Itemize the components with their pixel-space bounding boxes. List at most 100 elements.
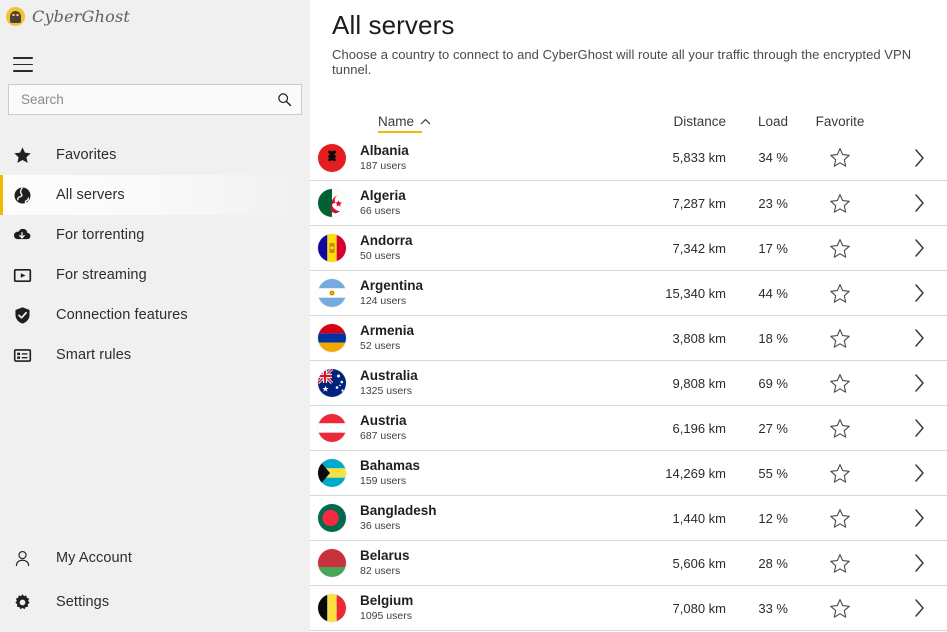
sidebar-item-smart-rules[interactable]: Smart rules bbox=[0, 335, 310, 375]
table-row[interactable]: Belarus 82 users 5,606 km 28 % bbox=[310, 540, 947, 585]
table-row[interactable]: Algeria 66 users 7,287 km 23 % bbox=[310, 180, 947, 225]
sidebar-item-label: All servers bbox=[56, 187, 125, 203]
austria-flag bbox=[318, 414, 346, 442]
table-row[interactable]: Bahamas 159 users 14,269 km 55 % bbox=[310, 450, 947, 495]
country-name: Bangladesh bbox=[360, 503, 437, 518]
shield-check-icon bbox=[10, 303, 34, 327]
distance-value: 1,440 km bbox=[672, 510, 726, 526]
star-icon[interactable] bbox=[829, 283, 851, 304]
load-value: 55 % bbox=[758, 465, 788, 481]
chevron-right-icon[interactable] bbox=[912, 326, 927, 350]
star-icon[interactable] bbox=[829, 238, 851, 259]
country-name: Andorra bbox=[360, 233, 413, 248]
star-icon[interactable] bbox=[829, 553, 851, 574]
sort-underline bbox=[378, 130, 422, 133]
andorra-flag bbox=[318, 234, 346, 262]
row-expand-cell bbox=[892, 281, 947, 305]
chevron-right-icon[interactable] bbox=[912, 596, 927, 620]
chevron-right-icon[interactable] bbox=[912, 236, 927, 260]
user-count: 1325 users bbox=[360, 385, 412, 397]
table-row[interactable]: Austria 687 users 6,196 km 27 % bbox=[310, 405, 947, 450]
chevron-right-icon[interactable] bbox=[912, 551, 927, 575]
bahamas-flag bbox=[318, 459, 346, 487]
star-icon[interactable] bbox=[829, 463, 851, 484]
chevron-right-icon[interactable] bbox=[912, 416, 927, 440]
column-header-load[interactable]: Load bbox=[726, 114, 788, 133]
country-cell: Austria 687 users bbox=[360, 413, 640, 443]
star-icon[interactable] bbox=[829, 193, 851, 214]
country-name: Australia bbox=[360, 368, 418, 383]
row-expand-cell bbox=[892, 461, 947, 485]
sidebar-item-settings[interactable]: Settings bbox=[0, 580, 310, 624]
table-row[interactable]: Armenia 52 users 3,808 km 18 % bbox=[310, 315, 947, 360]
load-value: 12 % bbox=[758, 510, 788, 526]
chevron-right-icon[interactable] bbox=[912, 506, 927, 530]
chevron-right-icon[interactable] bbox=[912, 371, 927, 395]
country-cell: Belgium 1095 users bbox=[360, 593, 640, 623]
distance-value: 7,080 km bbox=[672, 600, 726, 616]
sidebar-item-favorites[interactable]: Favorites bbox=[0, 135, 310, 175]
australia-flag bbox=[318, 369, 346, 397]
star-icon[interactable] bbox=[829, 598, 851, 619]
search-box[interactable] bbox=[8, 84, 302, 115]
page-subtitle: Choose a country to connect to and Cyber… bbox=[332, 47, 912, 77]
country-name: Bahamas bbox=[360, 458, 421, 473]
distance-value: 7,287 km bbox=[672, 195, 726, 211]
search-icon[interactable] bbox=[277, 92, 292, 107]
table-row[interactable]: Albania 187 users 5,833 km 34 % bbox=[310, 135, 947, 180]
distance-value: 3,808 km bbox=[672, 330, 726, 346]
sidebar-item-connection-features[interactable]: Connection features bbox=[0, 295, 310, 335]
column-header-distance[interactable]: Distance bbox=[640, 114, 726, 133]
load-value: 44 % bbox=[758, 285, 788, 301]
row-expand-cell bbox=[892, 371, 947, 395]
row-expand-cell bbox=[892, 236, 947, 260]
sidebar-item-my-account[interactable]: My Account bbox=[0, 536, 310, 580]
distance-value: 6,196 km bbox=[672, 420, 726, 436]
chevron-right-icon[interactable] bbox=[912, 281, 927, 305]
column-header-name-label: Name bbox=[378, 114, 415, 129]
monitor-play-icon bbox=[10, 263, 34, 287]
chevron-right-icon[interactable] bbox=[912, 146, 927, 170]
load-value: 18 % bbox=[758, 330, 788, 346]
sidebar-bottom-nav: My Account Settings bbox=[0, 536, 310, 624]
sidebar-item-for-streaming[interactable]: For streaming bbox=[0, 255, 310, 295]
table-row[interactable]: Argentina 124 users 15,340 km 44 % bbox=[310, 270, 947, 315]
chevron-right-icon[interactable] bbox=[912, 461, 927, 485]
belarus-flag bbox=[318, 549, 346, 577]
sidebar-item-for-torrenting[interactable]: For torrenting bbox=[0, 215, 310, 255]
country-name: Argentina bbox=[360, 278, 424, 293]
bangladesh-flag bbox=[318, 504, 346, 532]
favorite-cell bbox=[788, 598, 892, 619]
favorite-cell bbox=[788, 328, 892, 349]
star-icon[interactable] bbox=[829, 328, 851, 349]
search-input[interactable] bbox=[21, 92, 277, 107]
chevron-up-icon bbox=[420, 118, 431, 124]
sidebar-item-label: Connection features bbox=[56, 307, 188, 323]
star-icon[interactable] bbox=[829, 147, 851, 168]
column-header-name[interactable]: Name bbox=[378, 114, 431, 133]
table-row[interactable]: Andorra 50 users 7,342 km 17 % bbox=[310, 225, 947, 270]
country-name: Belgium bbox=[360, 593, 414, 608]
brand-name: CyberGhost bbox=[32, 7, 130, 26]
row-expand-cell bbox=[892, 326, 947, 350]
sidebar-item-all-servers[interactable]: All servers bbox=[0, 175, 310, 215]
country-cell: Algeria 66 users bbox=[360, 188, 640, 218]
table-header: Name Distance Load Favorite bbox=[310, 103, 947, 133]
star-icon[interactable] bbox=[829, 418, 851, 439]
hamburger-icon[interactable] bbox=[10, 50, 36, 72]
star-icon[interactable] bbox=[829, 373, 851, 394]
argentina-flag bbox=[318, 279, 346, 307]
main-content: All servers Choose a country to connect … bbox=[310, 0, 947, 632]
table-row[interactable]: Belgium 1095 users 7,080 km 33 % bbox=[310, 585, 947, 630]
table-row[interactable]: Australia 1325 users 9,808 km 69 % bbox=[310, 360, 947, 405]
sidebar-item-label: Smart rules bbox=[56, 347, 132, 363]
star-icon[interactable] bbox=[829, 508, 851, 529]
download-icon bbox=[10, 223, 34, 247]
favorite-cell bbox=[788, 283, 892, 304]
column-header-favorite[interactable]: Favorite bbox=[788, 114, 892, 133]
table-row[interactable]: Bangladesh 36 users 1,440 km 12 % bbox=[310, 495, 947, 540]
user-count: 1095 users bbox=[360, 610, 412, 622]
load-value: 28 % bbox=[758, 555, 788, 571]
chevron-right-icon[interactable] bbox=[912, 191, 927, 215]
distance-value: 15,340 km bbox=[665, 285, 726, 301]
